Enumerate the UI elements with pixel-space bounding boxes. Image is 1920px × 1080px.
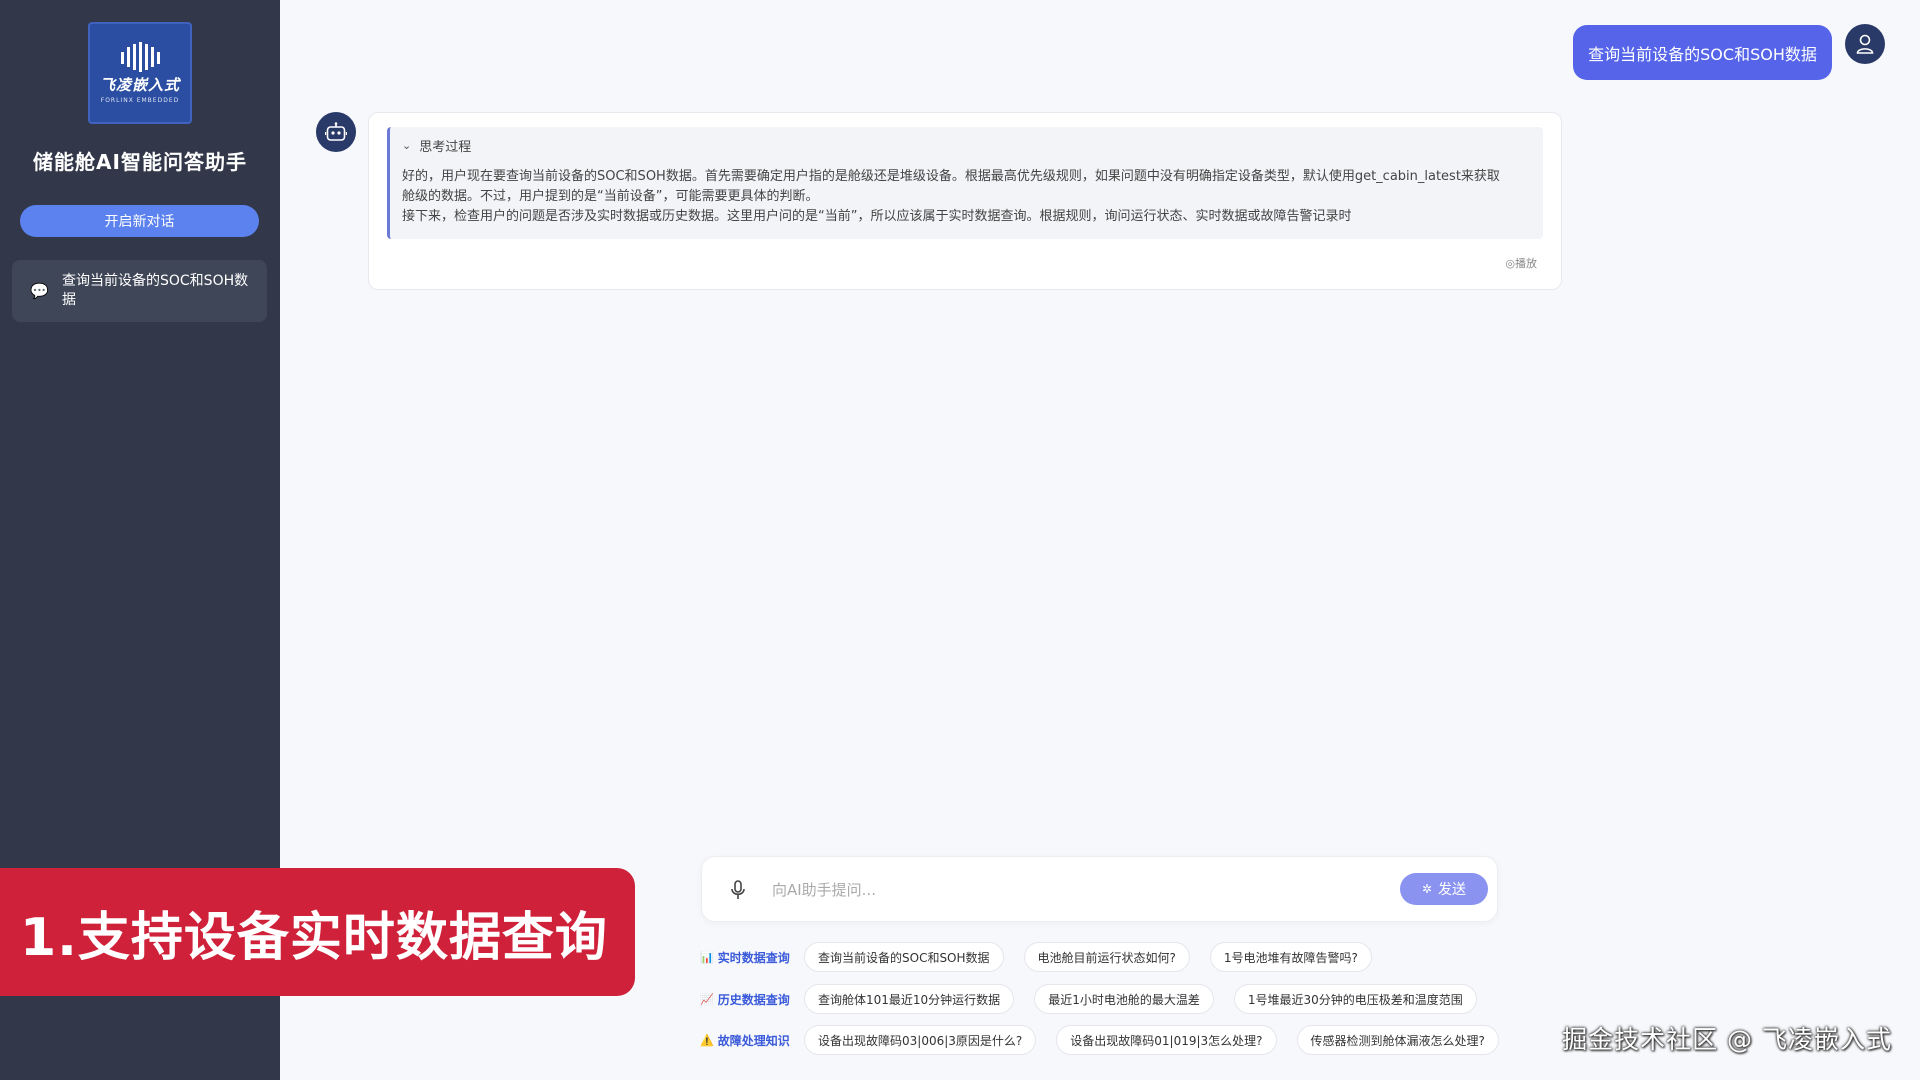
quick-category-label: 📈 历史数据查询 [700, 991, 804, 1008]
feature-banner: 1.支持设备实时数据查询 [0, 868, 635, 996]
new-chat-button[interactable]: 开启新对话 [20, 205, 259, 237]
bot-message-card: ⌄ 思考过程 好的，用户现在要查询当前设备的SOC和SOH数据。首先需要确定用户… [368, 112, 1562, 290]
prompt-bar: ✲ 发送 [701, 856, 1498, 922]
bar-chart-icon: 📊 [700, 950, 714, 964]
quick-category-label: 📊 实时数据查询 [700, 949, 804, 966]
trend-chart-icon: 📈 [700, 992, 714, 1006]
send-button[interactable]: ✲ 发送 [1400, 873, 1488, 905]
thinking-line: 接下来，检查用户的问题是否涉及实时数据或历史数据。这里用户问的是“当前”，所以应… [402, 209, 1352, 224]
logo-text: 飞凌嵌入式 [99, 76, 180, 94]
thinking-text: 好的，用户现在要查询当前设备的SOC和SOH数据。首先需要确定用户指的是舱级还是… [402, 167, 1531, 227]
suggestion-chip[interactable]: 查询舱体101最近10分钟运行数据 [804, 984, 1015, 1014]
prompt-input[interactable] [772, 875, 1392, 905]
suggestion-chip[interactable]: 设备出现故障码01|019|3怎么处理? [1056, 1025, 1277, 1055]
sparkle-icon: ✲ [1421, 882, 1433, 896]
thinking-process-panel: ⌄ 思考过程 好的，用户现在要查询当前设备的SOC和SOH数据。首先需要确定用户… [387, 127, 1543, 239]
quick-row-realtime: 📊 实时数据查询 查询当前设备的SOC和SOH数据 电池舱目前运行状态如何? 1… [700, 942, 1392, 972]
warning-icon: ⚠️ [700, 1033, 714, 1047]
thinking-title: 思考过程 [419, 139, 472, 155]
logo-subtext: FORLINX EMBEDDED [100, 97, 180, 104]
quick-row-fault: ⚠️ 故障处理知识 设备出现故障码03|006|3原因是什么? 设备出现故障码0… [700, 1025, 1519, 1055]
microphone-icon[interactable] [730, 880, 746, 900]
bot-avatar [316, 112, 356, 152]
quick-category-text: 历史数据查询 [717, 992, 790, 1007]
thinking-line: 舱级的数据。不过，用户提到的是“当前设备”，可能需要更具体的判断。 [402, 189, 819, 204]
quick-category-text: 实时数据查询 [717, 950, 790, 965]
quick-category-text: 故障处理知识 [717, 1033, 790, 1048]
user-avatar[interactable] [1845, 24, 1885, 64]
thinking-line: 好的，用户现在要查询当前设备的SOC和SOH数据。首先需要确定用户指的是舱级还是… [402, 169, 1500, 184]
play-audio-button[interactable]: ◎播放 [1505, 255, 1537, 271]
watermark: 掘金技术社区 @ 飞凌嵌入式 [1562, 1025, 1892, 1054]
app-title: 储能舱AI智能问答助手 [33, 150, 247, 174]
suggestion-chip[interactable]: 最近1小时电池舱的最大温差 [1034, 984, 1214, 1014]
suggestion-chip[interactable]: 查询当前设备的SOC和SOH数据 [804, 942, 1004, 972]
quick-row-history: 📈 历史数据查询 查询舱体101最近10分钟运行数据 最近1小时电池舱的最大温差… [700, 984, 1497, 1014]
suggestion-chip[interactable]: 电池舱目前运行状态如何? [1023, 942, 1190, 972]
thinking-toggle[interactable]: ⌄ 思考过程 [402, 135, 1531, 155]
chevron-down-icon: ⌄ [402, 138, 412, 152]
suggestion-chip[interactable]: 设备出现故障码03|006|3原因是什么? [804, 1025, 1037, 1055]
brand-logo: 飞凌嵌入式 FORLINX EMBEDDED [88, 22, 192, 124]
user-icon [1856, 34, 1874, 54]
history-item[interactable]: 💬 查询当前设备的SOC和SOH数据 [12, 260, 267, 322]
chat-bubble-icon: 💬 [30, 281, 49, 300]
suggestion-chip[interactable]: 1号堆最近30分钟的电压极差和温度范围 [1233, 984, 1477, 1014]
suggestion-chip[interactable]: 1号电池堆有故障告警吗? [1209, 942, 1372, 972]
logo-mark-icon [121, 42, 160, 72]
history-item-label: 查询当前设备的SOC和SOH数据 [62, 273, 249, 308]
send-label: 发送 [1438, 881, 1467, 897]
quick-category-label: ⚠️ 故障处理知识 [700, 1032, 804, 1049]
suggestion-chip[interactable]: 传感器检测到舱体漏液怎么处理? [1296, 1025, 1499, 1055]
robot-icon [325, 122, 347, 141]
user-message-bubble: 查询当前设备的SOC和SOH数据 [1573, 25, 1832, 80]
